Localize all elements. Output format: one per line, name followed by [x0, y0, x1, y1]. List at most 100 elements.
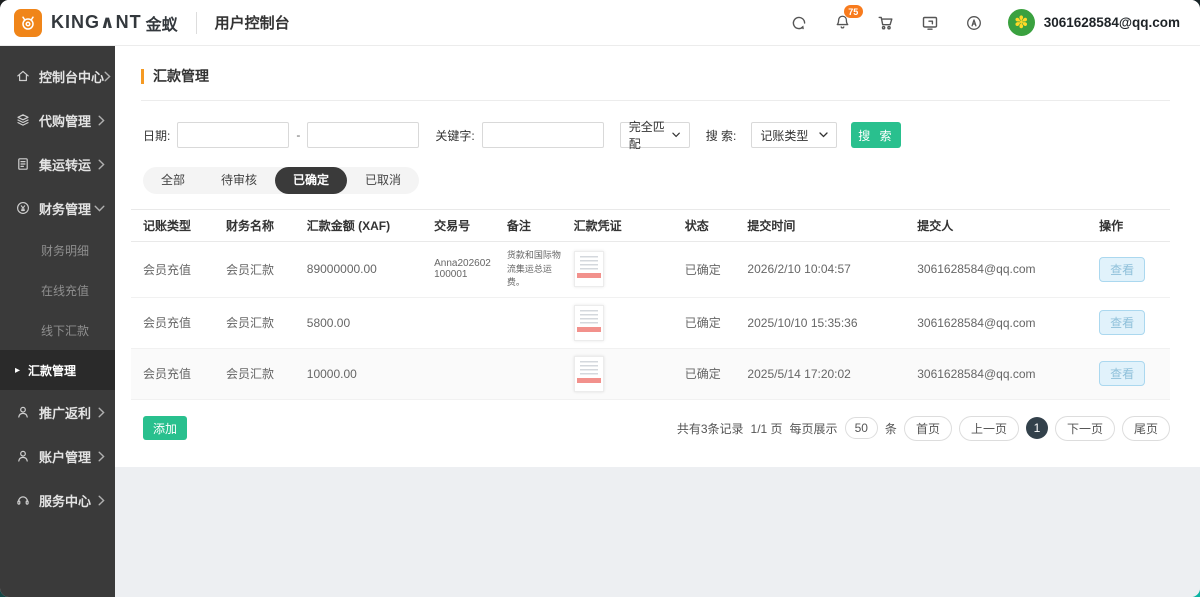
title-accent-bar [141, 69, 144, 84]
chevron-right-icon [98, 495, 105, 506]
sidebar-item-consolidation[interactable]: 集运转运 [0, 142, 115, 186]
sidebar-item-finance[interactable]: 财务管理 [0, 186, 115, 230]
top-header: KING∧NT 金蚁 用户控制台 75 [0, 0, 1200, 46]
sidebar-item-console-center[interactable]: 控制台中心 [0, 54, 115, 98]
next-page-button[interactable]: 下一页 [1055, 416, 1115, 441]
cart-icon[interactable] [876, 13, 896, 33]
view-button[interactable]: 查看 [1099, 361, 1145, 386]
view-button[interactable]: 查看 [1099, 257, 1145, 282]
sidebar-subitem-remittance-management[interactable]: ▸ 汇款管理 [0, 350, 115, 390]
receipt-thumbnail[interactable] [574, 251, 604, 287]
status-badge: 已确定 [679, 242, 742, 298]
home-icon [15, 68, 31, 84]
notification-badge: 75 [844, 5, 863, 18]
col-remark: 备注 [501, 210, 568, 242]
chevron-right-icon [98, 451, 105, 462]
receipt-thumbnail[interactable] [574, 356, 604, 392]
language-a-icon[interactable] [964, 13, 984, 33]
chevron-right-icon [98, 115, 105, 126]
col-amount: 汇款金额 (XAF) [301, 210, 428, 242]
user-avatar: ✽ [1008, 9, 1035, 36]
col-submitter: 提交人 [911, 210, 1093, 242]
record-type-select[interactable]: 记账类型 [751, 122, 837, 148]
page-title-row: 汇款管理 [131, 62, 1170, 100]
sidebar-item-purchasing[interactable]: 代购管理 [0, 98, 115, 142]
person-icon [15, 448, 31, 464]
content-panel: 汇款管理 日期: - 关键字: 完全匹配 搜 索: [115, 46, 1200, 467]
user-menu[interactable]: ✽ 3061628584@qq.com [1008, 9, 1180, 36]
first-page-button[interactable]: 首页 [904, 416, 952, 441]
brand-logo[interactable]: KING∧NT 金蚁 [14, 9, 178, 37]
notifications-bell-icon[interactable]: 75 [833, 13, 852, 32]
page-title: 汇款管理 [153, 66, 209, 86]
headset-icon [15, 492, 31, 508]
ant-logo-icon [14, 9, 42, 37]
sidebar-subitem-offline-remittance[interactable]: 线下汇款 [0, 310, 115, 350]
search-button[interactable]: 搜 索 [851, 122, 901, 148]
col-actions: 操作 [1093, 210, 1170, 242]
status-badge: 已确定 [679, 348, 742, 399]
view-button[interactable]: 查看 [1099, 310, 1145, 335]
pagination: 共有3条记录 1/1 页 每页展示 50 条 首页 上一页 1 下一页 尾页 [677, 416, 1170, 441]
active-triangle-icon: ▸ [15, 365, 20, 376]
add-button[interactable]: 添加 [143, 416, 187, 440]
date-range-separator: - [296, 128, 300, 142]
chevron-right-icon [98, 159, 105, 170]
chevron-down-icon [94, 205, 105, 212]
tab-pending-review[interactable]: 待审核 [203, 167, 275, 194]
sidebar-item-account-management[interactable]: 账户管理 [0, 434, 115, 478]
chevron-right-icon [98, 407, 105, 418]
table-row: 会员充值 会员汇款 10000.00 已确定 2025/5/14 17:20:0… [131, 348, 1170, 399]
current-page-button[interactable]: 1 [1026, 417, 1048, 439]
table-footer: 添加 共有3条记录 1/1 页 每页展示 50 条 首页 上一页 1 下一页 尾… [131, 416, 1170, 441]
header-divider [196, 12, 197, 34]
sidebar-subitem-online-recharge[interactable]: 在线充值 [0, 270, 115, 310]
col-transaction-no: 交易号 [428, 210, 501, 242]
col-record-type: 记账类型 [131, 210, 220, 242]
col-voucher: 汇款凭证 [568, 210, 679, 242]
receipt-thumbnail[interactable] [574, 305, 604, 341]
date-from-input[interactable] [177, 122, 289, 148]
tab-all[interactable]: 全部 [143, 167, 203, 194]
per-page-unit: 条 [885, 420, 897, 437]
sidebar-item-service-center[interactable]: 服务中心 [0, 478, 115, 522]
match-mode-select[interactable]: 完全匹配 [620, 122, 690, 148]
records-summary: 共有3条记录 [677, 420, 744, 437]
col-finance-name: 财务名称 [220, 210, 301, 242]
search-label: 搜 索: [706, 127, 737, 144]
keyword-input[interactable] [482, 122, 604, 148]
tab-cancelled[interactable]: 已取消 [347, 167, 419, 194]
per-page-label: 每页展示 [790, 420, 838, 437]
tab-confirmed[interactable]: 已确定 [275, 167, 347, 194]
filter-form: 日期: - 关键字: 完全匹配 搜 索: 记账类型 搜 索 [131, 122, 1170, 148]
col-submitted-at: 提交时间 [741, 210, 911, 242]
status-badge: 已确定 [679, 297, 742, 348]
per-page-select[interactable]: 50 [845, 417, 878, 439]
user-email: 3061628584@qq.com [1044, 15, 1180, 30]
sidebar: 控制台中心 代购管理 集运转运 [0, 46, 115, 597]
col-status: 状态 [679, 210, 742, 242]
date-to-input[interactable] [307, 122, 419, 148]
keyword-label: 关键字: [435, 127, 474, 144]
chevron-right-icon [104, 71, 111, 82]
header-actions: 75 ✽ 306 [789, 9, 1180, 36]
sidebar-item-promotion-rebate[interactable]: 推广返利 [0, 390, 115, 434]
console-title: 用户控制台 [215, 12, 290, 33]
sidebar-subitem-finance-details[interactable]: 财务明细 [0, 230, 115, 270]
date-label: 日期: [143, 127, 170, 144]
table-row: 会员充值 会员汇款 89000000.00 Anna202602100001 货… [131, 242, 1170, 298]
clipboard-icon [15, 156, 31, 172]
finance-icon [15, 200, 31, 216]
workbench-monitor-icon[interactable] [920, 13, 940, 33]
last-page-button[interactable]: 尾页 [1122, 416, 1170, 441]
remittance-table: 记账类型 财务名称 汇款金额 (XAF) 交易号 备注 汇款凭证 状态 提交时间… [131, 209, 1170, 400]
layers-icon [15, 112, 31, 128]
table-row: 会员充值 会员汇款 5800.00 已确定 2025/10/10 15:35:3… [131, 297, 1170, 348]
brand-name: KING∧NT [51, 12, 142, 33]
app-window: KING∧NT 金蚁 用户控制台 75 [0, 0, 1200, 597]
chevron-down-icon [819, 132, 828, 138]
prev-page-button[interactable]: 上一页 [959, 416, 1019, 441]
after-sales-icon[interactable] [789, 13, 809, 33]
page-info: 1/1 页 [751, 420, 783, 437]
status-tabs: 全部 待审核 已确定 已取消 [143, 167, 419, 194]
